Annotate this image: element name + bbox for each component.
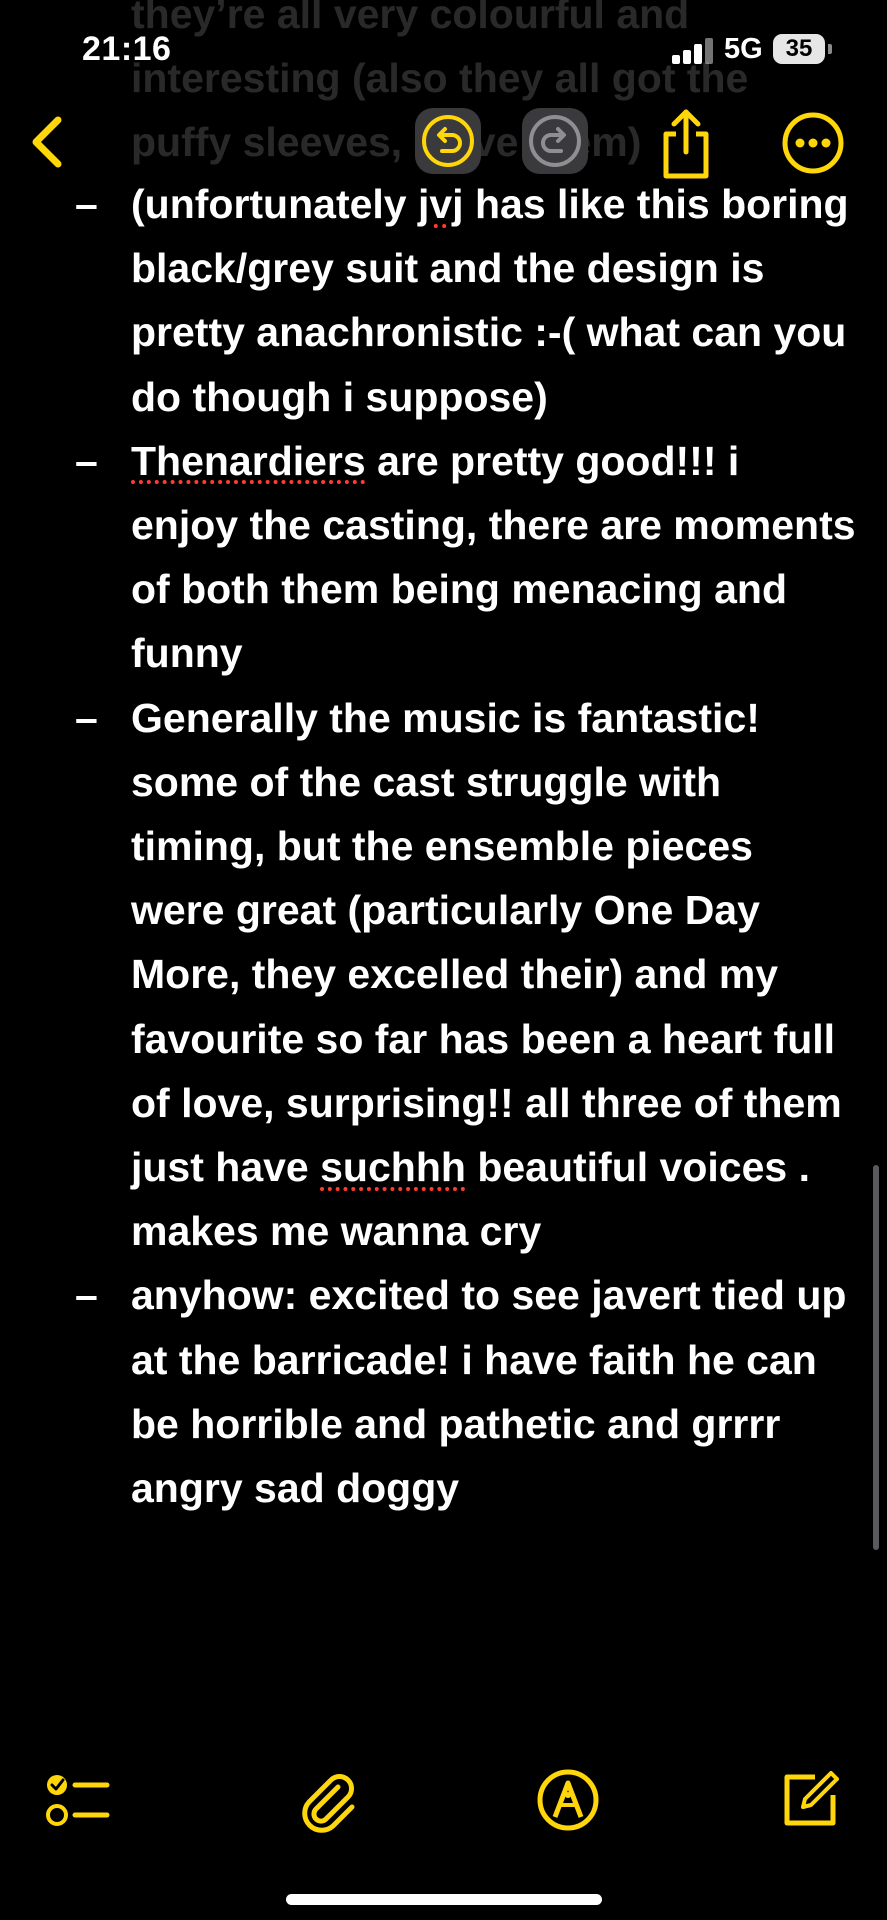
redo-button[interactable] xyxy=(522,108,588,174)
bullet-dash: – xyxy=(75,437,98,484)
misspelled-word[interactable]: suchhh xyxy=(320,1144,466,1190)
scrollbar[interactable] xyxy=(873,1165,879,1550)
attachment-button[interactable] xyxy=(287,1760,367,1840)
markup-button[interactable] xyxy=(528,1760,608,1840)
bullet-dash: – xyxy=(75,694,98,741)
ellipsis-circle-icon xyxy=(782,112,844,174)
battery-icon: 35 xyxy=(773,34,825,64)
note-body[interactable]: – (unfortunately jvj has like this borin… xyxy=(0,172,887,1520)
network-type: 5G xyxy=(724,33,763,65)
home-indicator[interactable] xyxy=(286,1894,602,1905)
list-item[interactable]: – (unfortunately jvj has like this borin… xyxy=(0,172,887,429)
pen-tip-circle-icon xyxy=(537,1769,599,1831)
undo-icon xyxy=(422,115,474,167)
share-icon xyxy=(663,109,709,179)
list-item-text: anyhow: excited to see javert tied up at… xyxy=(131,1272,847,1512)
bullet-dash: – xyxy=(75,1272,98,1319)
undo-button[interactable] xyxy=(415,108,481,174)
list-item[interactable]: – anyhow: excited to see javert tied up … xyxy=(0,1263,887,1520)
battery-nub xyxy=(828,44,832,54)
checklist-button[interactable] xyxy=(38,1760,118,1840)
compose-icon xyxy=(784,1771,839,1826)
compose-button[interactable] xyxy=(770,1760,850,1840)
chevron-left-icon xyxy=(32,116,62,168)
list-item[interactable]: – Thenardiers are pretty good!!! i enjoy… xyxy=(0,429,887,686)
cellular-signal-icon xyxy=(672,36,718,64)
list-item-text: Generally the music is fantastic! some o… xyxy=(131,694,842,1191)
share-button[interactable] xyxy=(650,104,722,184)
misspelled-word[interactable]: Thenardiers xyxy=(131,438,366,484)
bottom-toolbar xyxy=(0,1760,887,1840)
nav-toolbar xyxy=(0,100,887,188)
redo-icon xyxy=(529,115,581,167)
status-time: 21:16 xyxy=(82,30,172,68)
status-bar: 21:16 5G 35 xyxy=(0,0,887,100)
back-button[interactable] xyxy=(20,112,76,172)
more-button[interactable] xyxy=(780,110,846,176)
checklist-icon xyxy=(46,1775,110,1826)
paperclip-icon xyxy=(302,1774,355,1833)
list-item[interactable]: – Generally the music is fantastic! some… xyxy=(0,686,887,1264)
